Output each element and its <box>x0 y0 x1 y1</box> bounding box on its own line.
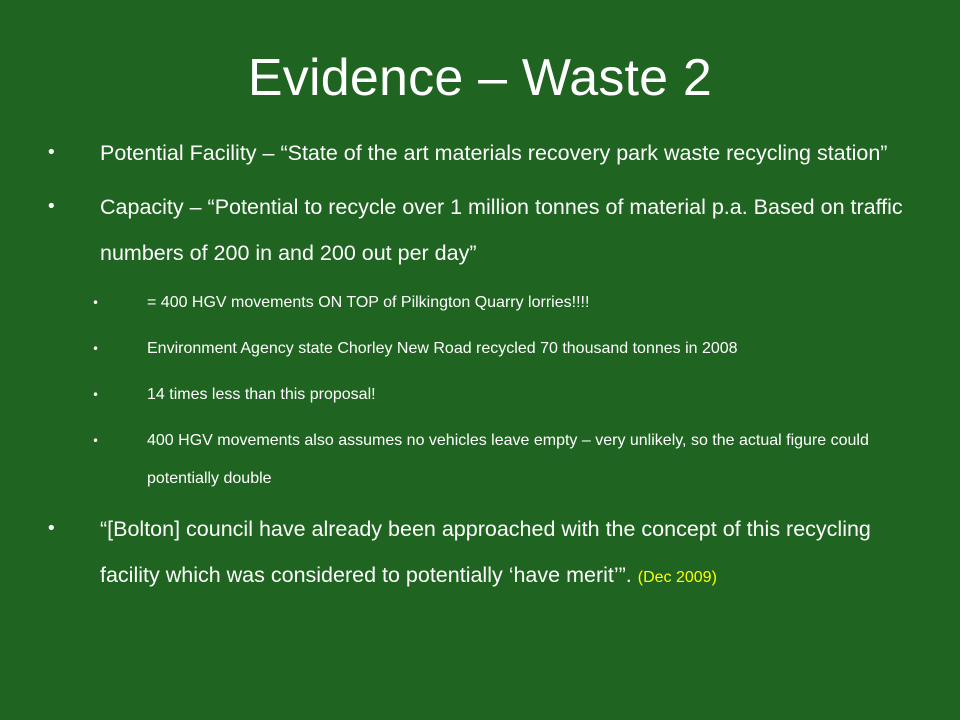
slide: Evidence – Waste 2 • Potential Facility … <box>0 0 960 720</box>
sub-bullet-icon: • <box>92 388 100 402</box>
slide-title: Evidence – Waste 2 <box>247 49 713 107</box>
sub-bullet-text: Environment Agency state Chorley New Roa… <box>147 340 738 357</box>
bullet-list: • Potential Facility – “State of the art… <box>0 130 960 609</box>
bullet-text: Capacity – “Potential to recycle over 1 … <box>100 195 903 265</box>
sub-bullet-icon: • <box>92 342 100 356</box>
bullet-icon: • <box>46 196 57 217</box>
bullet-potential-facility: • Potential Facility – “State of the art… <box>0 130 960 176</box>
bullet-capacity: • Capacity – “Potential to recycle over … <box>0 184 960 276</box>
sub-bullet-icon: • <box>92 434 100 448</box>
sub-bullet-text: 400 HGV movements also assumes no vehicl… <box>147 432 869 487</box>
bullet-text: Potential Facility – “State of the art m… <box>100 141 888 165</box>
sub-bullet-text: 14 times less than this proposal! <box>147 386 376 403</box>
sub-bullet-text: = 400 HGV movements ON TOP of Pilkington… <box>147 294 590 311</box>
bullet-icon: • <box>46 518 57 539</box>
sub-bullet-icon: • <box>92 296 100 310</box>
citation-date: (Dec 2009) <box>637 569 717 586</box>
bullet-bolton-council: • “[Bolton] council have already been ap… <box>0 506 960 601</box>
sub-bullet-vehicles-empty: • 400 HGV movements also assumes no vehi… <box>0 422 960 498</box>
bullet-text: “[Bolton] council have already been appr… <box>100 517 871 587</box>
bullet-icon: • <box>46 142 57 163</box>
sub-bullet-hgv-movements: • = 400 HGV movements ON TOP of Pilkingt… <box>0 284 960 322</box>
sub-bullet-times-less: • 14 times less than this proposal! <box>0 376 960 414</box>
sub-bullet-environment-agency: • Environment Agency state Chorley New R… <box>0 330 960 368</box>
